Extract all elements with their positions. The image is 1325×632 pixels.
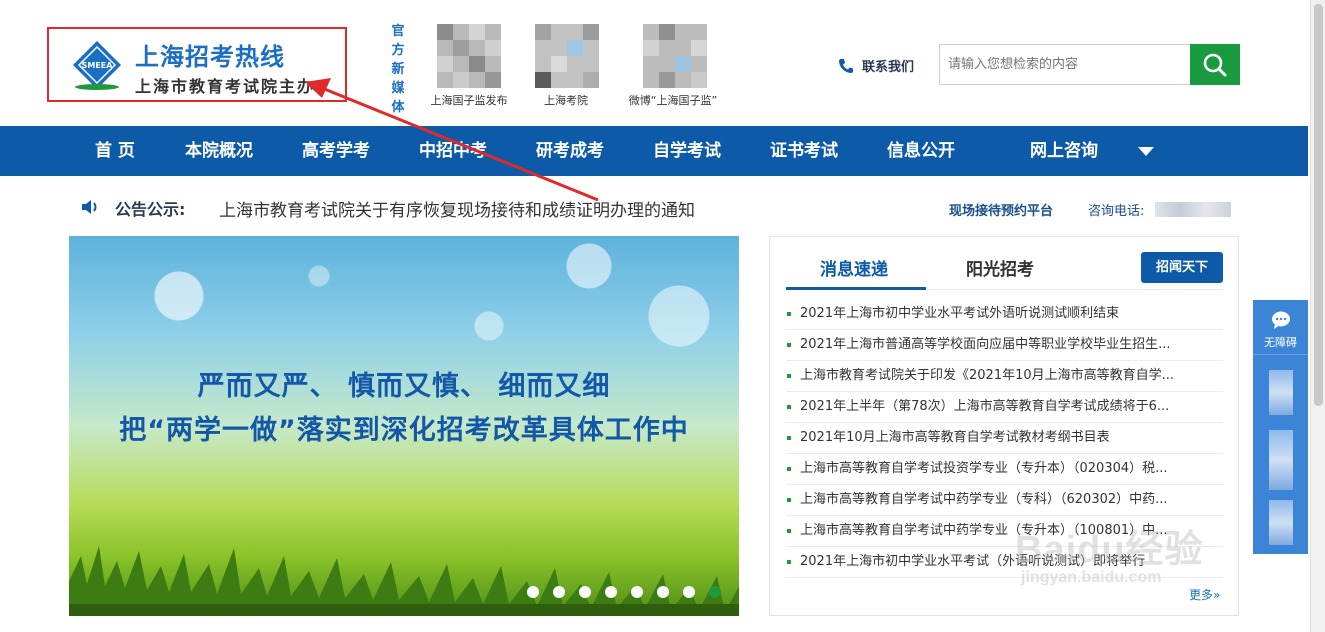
zhaowen-tianxia-button[interactable]: 招闻天下 [1141,252,1223,283]
banner-dot[interactable] [605,586,617,598]
qr-code-icon[interactable] [535,24,599,88]
hotline-number-redacted [1155,202,1231,217]
search-icon [1203,53,1227,76]
news-list-item[interactable]: 2021年上半年（第78次）上海市高等教育自学考试成绩将于6... [786,392,1223,423]
nav-item-gaokao[interactable]: 高考学考 [302,126,370,176]
site-title: 上海招考热线 [135,43,285,71]
scrollbar-thumb[interactable] [1314,4,1323,406]
banner-slogan-line2: 把“两学一做”落实到深化招考改革具体工作中 [119,415,689,446]
qr-caption: 上海国子监发布 [430,94,508,107]
banner-dot[interactable] [683,586,695,598]
sidebar-item-redacted[interactable] [1269,430,1293,490]
chat-bubble-icon [1272,311,1290,329]
nav-item-zhongkao[interactable]: 中招中考 [419,126,487,176]
banner-dot-active[interactable] [709,586,721,598]
speaker-icon [82,200,97,214]
hotline-label: 咨询电话: [1088,204,1145,219]
search-box [939,44,1240,85]
phone-icon [839,58,853,73]
news-list-item[interactable]: 2021年上海市普通高等学校面向应届中等职业学校毕业生招生... [786,330,1223,361]
nav-item-home[interactable]: 首 页 [95,126,135,176]
banner-dot[interactable] [553,586,565,598]
qr-code-icon[interactable] [643,24,707,88]
tab-sunshine-admission[interactable]: 阳光招考 [966,255,1034,280]
site-subtitle: 上海市教育考试院主办 [135,77,316,96]
banner-dot[interactable] [579,586,591,598]
banner-slogan-line1: 严而又严、 慎而又慎、 细而又细 [197,371,611,402]
notice-label: 公告公示: [115,200,186,219]
baidu-jingyan-watermark: Baidu经验 jingyan.baidu.com [1015,518,1204,587]
logo-emblem-text: SMEEA [82,61,114,70]
banner-dot[interactable] [631,586,643,598]
notice-bar: 公告公示: 上海市教育考试院关于有序恢复现场接待和成绩证明办理的通知 现场接待预… [0,176,1310,236]
nav-item-yankao[interactable]: 研考成考 [536,126,604,176]
nav-item-zikao[interactable]: 自学考试 [653,126,721,176]
booking-platform-link[interactable]: 现场接待预约平台 [949,200,1053,219]
sidebar-item-redacted[interactable] [1269,370,1293,415]
news-list-item[interactable]: 上海市高等教育自学考试投资学专业（专升本）（020304）税... [786,454,1223,485]
qr-caption: 微博“上海国子监” [628,94,718,107]
tab-news-express[interactable]: 消息速递 [820,255,888,280]
sidebar-item-redacted[interactable] [1269,500,1293,545]
banner-dot[interactable] [527,586,539,598]
grass-decoration [69,546,739,616]
search-button[interactable] [1190,44,1240,85]
banner-pagination [527,586,721,598]
nav-item-info-disclosure[interactable]: 信息公开 [887,126,955,176]
nav-item-certificate[interactable]: 证书考试 [770,126,838,176]
page-scrollbar[interactable] [1310,0,1325,632]
notice-headline-link[interactable]: 上海市教育考试院关于有序恢复现场接待和成绩证明办理的通知 [219,196,695,221]
active-tab-indicator [786,287,926,290]
watermark-main-text: Baidu经验 [1015,529,1204,571]
banner-dot[interactable] [657,586,669,598]
nav-item-online-consult[interactable]: 网上咨询 [1030,126,1098,176]
nav-dropdown-arrow-icon[interactable] [1138,147,1154,156]
smeea-emblem-icon: SMEEA [73,41,121,90]
accessibility-button[interactable]: 无障碍 [1253,300,1308,355]
search-input[interactable] [940,45,1190,84]
qr-code-icon[interactable] [437,24,501,88]
official-media-label: 官方新媒体 [391,24,405,115]
nav-item-about[interactable]: 本院概况 [185,126,253,176]
news-list-item[interactable]: 2021年10月上海市高等教育自学考试教材考纲书目表 [786,423,1223,454]
contact-us-link[interactable]: 联系我们 [838,56,914,75]
hero-banner[interactable]: 严而又严、 慎而又慎、 细而又细 把“两学一做”落实到深化招考改革具体工作中 [69,236,739,616]
more-news-link[interactable]: 更多» [1189,586,1220,603]
qr-caption: 上海考院 [544,94,588,107]
main-nav: 首 页 本院概况 高考学考 中招中考 研考成考 自学考试 证书考试 信息公开 网… [0,126,1308,176]
accessibility-label: 无障碍 [1264,336,1297,349]
site-header: SMEEA 上海招考热线 上海市教育考试院主办 官方新媒体 上海国子监发布 上海… [0,0,1310,126]
news-list-item[interactable]: 上海市教育考试院关于印发《2021年10月上海市高等教育自学... [786,361,1223,392]
news-list-item[interactable]: 2021年上海市初中学业水平考试外语听说测试顺利结束 [786,299,1223,330]
news-list-item[interactable]: 上海市高等教育自学考试中药学专业（专科）（620302）中药... [786,485,1223,516]
contact-us-label: 联系我们 [862,60,915,75]
site-logo[interactable]: SMEEA 上海招考热线 上海市教育考试院主办 [47,27,347,102]
floating-sidebar: 无障碍 [1253,300,1308,554]
